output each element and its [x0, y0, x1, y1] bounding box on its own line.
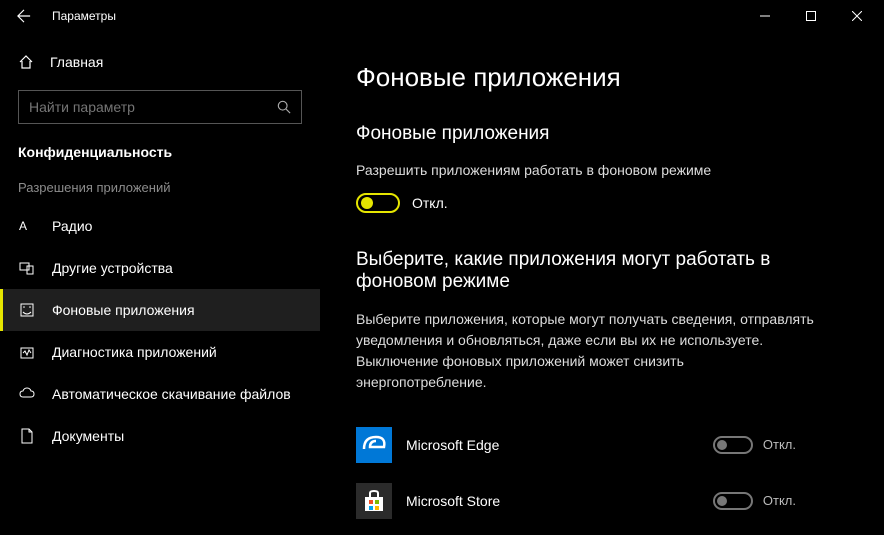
sidebar-item-other-devices[interactable]: Другие устройства: [0, 247, 320, 289]
search-box[interactable]: [18, 90, 302, 124]
close-button[interactable]: [834, 0, 880, 32]
app-toggle-state: Откл.: [763, 437, 796, 452]
radio-icon: A: [18, 217, 36, 235]
page-title: Фоновые приложения: [356, 62, 848, 93]
app-toggle-state: Откл.: [763, 493, 796, 508]
app-name-label: Microsoft Store: [406, 493, 699, 509]
home-icon: [18, 54, 34, 70]
group-label: Разрешения приложений: [0, 180, 320, 195]
store-icon: [356, 483, 392, 519]
sidebar-item-auto-downloads[interactable]: Автоматическое скачивание файлов: [0, 373, 320, 415]
master-toggle[interactable]: [356, 193, 400, 213]
app-row-edge: Microsoft Edge Откл.: [356, 417, 796, 473]
minimize-icon: [760, 11, 770, 21]
titlebar: Параметры: [0, 0, 884, 32]
minimize-button[interactable]: [742, 0, 788, 32]
app-toggle-edge[interactable]: [713, 436, 753, 454]
background-apps-icon: [18, 301, 36, 319]
sidebar-item-label: Автоматическое скачивание файлов: [52, 386, 291, 402]
document-icon: [18, 427, 36, 445]
maximize-icon: [806, 11, 816, 21]
section-header: Конфиденциальность: [0, 144, 320, 160]
sidebar-item-app-diagnostics[interactable]: Диагностика приложений: [0, 331, 320, 373]
arrow-left-icon: [17, 9, 31, 23]
home-button[interactable]: Главная: [0, 44, 320, 80]
sidebar-item-label: Другие устройства: [52, 260, 173, 276]
maximize-button[interactable]: [788, 0, 834, 32]
sidebar-item-label: Радио: [52, 218, 92, 234]
sidebar-item-radio[interactable]: A Радио: [0, 205, 320, 247]
sidebar-item-label: Диагностика приложений: [52, 344, 217, 360]
sidebar-item-background-apps[interactable]: Фоновые приложения: [0, 289, 320, 331]
apps-section-heading: Выберите, какие приложения могут работат…: [356, 249, 816, 293]
sidebar-item-documents[interactable]: Документы: [0, 415, 320, 457]
app-name-label: Microsoft Edge: [406, 437, 699, 453]
window-title: Параметры: [52, 9, 116, 23]
diagnostics-icon: [18, 343, 36, 361]
app-row-store: Microsoft Store Откл.: [356, 473, 796, 529]
content-area: Фоновые приложения Фоновые приложения Ра…: [320, 32, 884, 535]
search-input[interactable]: [29, 99, 277, 115]
app-toggle-store[interactable]: [713, 492, 753, 510]
section-heading: Фоновые приложения: [356, 123, 848, 145]
sidebar: Главная Конфиденциальность Разрешения пр…: [0, 32, 320, 535]
master-toggle-description: Разрешить приложениям работать в фоновом…: [356, 161, 776, 181]
sidebar-item-label: Фоновые приложения: [52, 302, 195, 318]
master-toggle-state: Откл.: [412, 195, 448, 211]
close-icon: [852, 11, 862, 21]
svg-text:A: A: [19, 219, 27, 233]
devices-icon: [18, 259, 36, 277]
sidebar-item-label: Документы: [52, 428, 124, 444]
apps-section-description: Выберите приложения, которые могут получ…: [356, 309, 816, 393]
cloud-icon: [18, 385, 36, 403]
edge-icon: [356, 427, 392, 463]
search-icon: [277, 100, 291, 114]
back-button[interactable]: [4, 0, 44, 32]
home-label: Главная: [50, 54, 103, 70]
